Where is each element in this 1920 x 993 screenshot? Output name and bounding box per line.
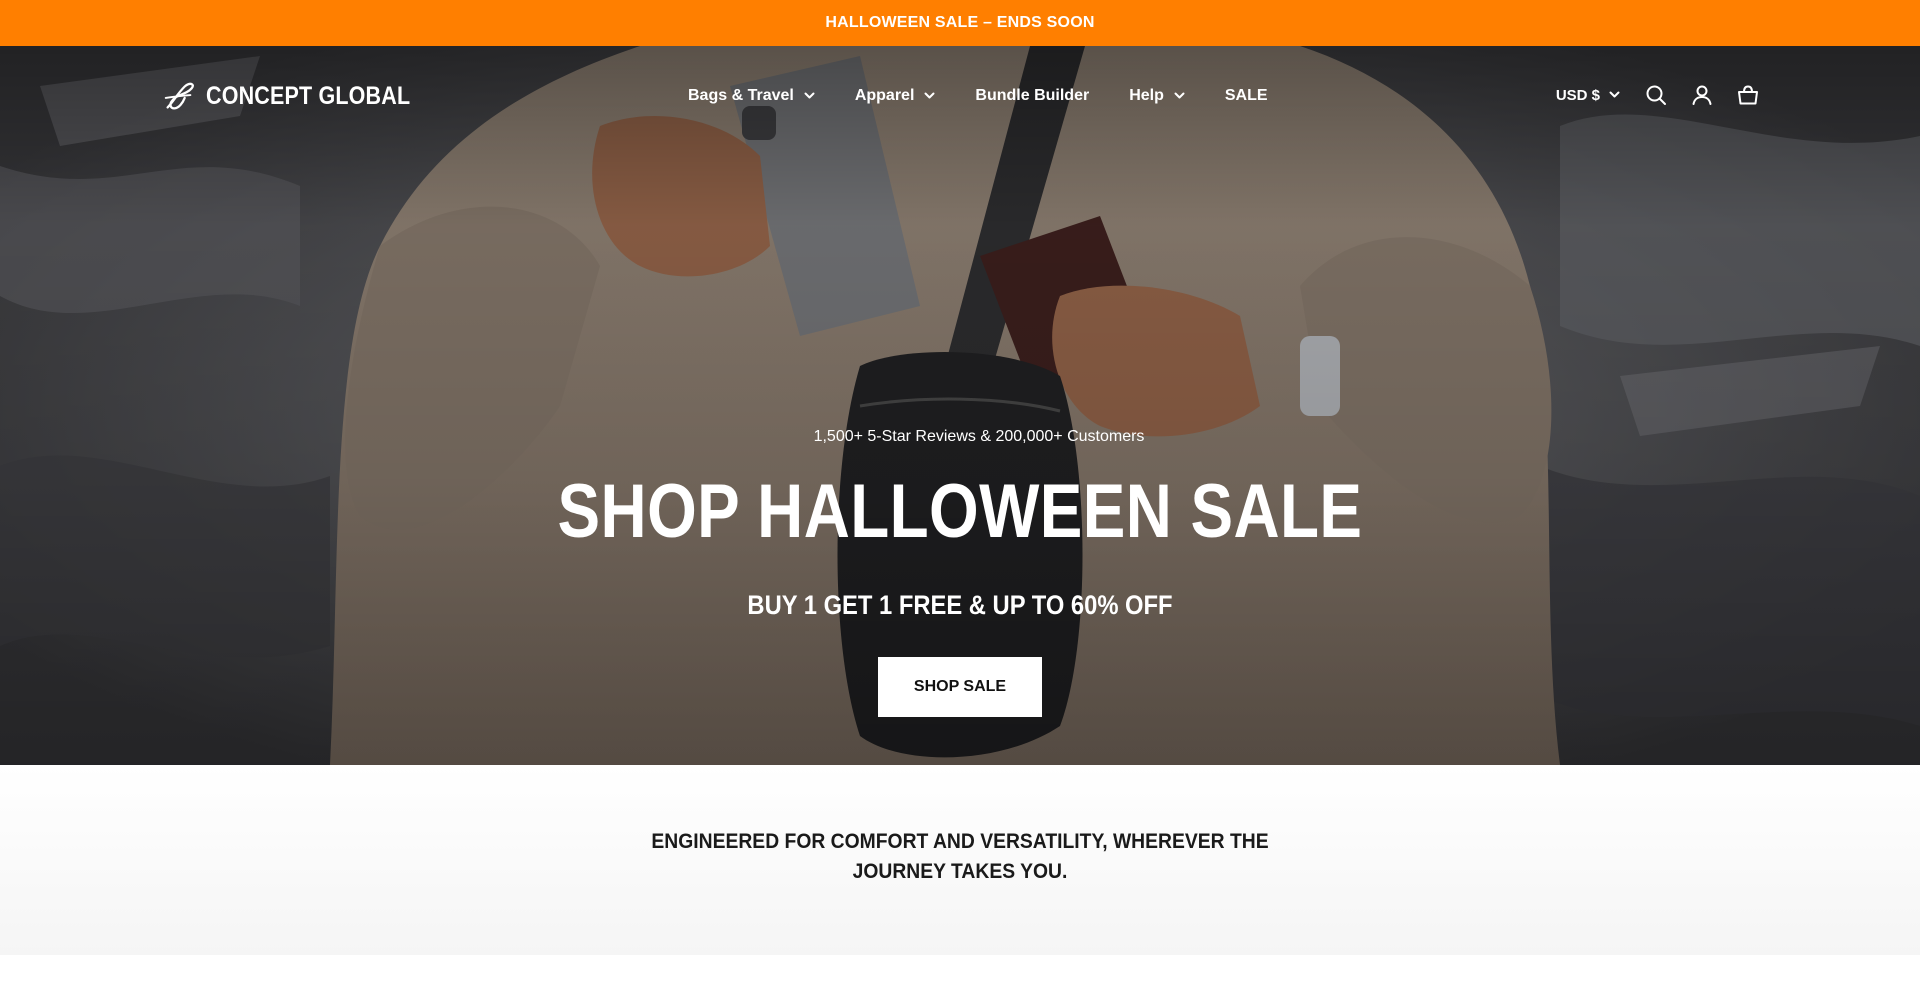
page-bottom-spacer [0,955,1920,993]
hero-subtitle: BUY 1 GET 1 FREE & UP TO 60% OFF [747,590,1173,620]
hero-kicker: 1,500+ 5-Star Reviews & 200,000+ Custome… [813,428,1145,445]
announcement-text: HALLOWEEN SALE – ENDS SOON [825,14,1095,31]
hero-content: 1,500+ 5-Star Reviews & 200,000+ Custome… [0,46,1920,765]
tagline-section: ENGINEERED FOR COMFORT AND VERSATILITY, … [0,765,1920,955]
announcement-bar[interactable]: HALLOWEEN SALE – ENDS SOON [0,0,1920,46]
shop-sale-button[interactable]: SHOP SALE [878,657,1042,717]
tagline-text: ENGINEERED FOR COMFORT AND VERSATILITY, … [651,830,1269,883]
hero-title: SHOP HALLOWEEN SALE [557,469,1363,554]
